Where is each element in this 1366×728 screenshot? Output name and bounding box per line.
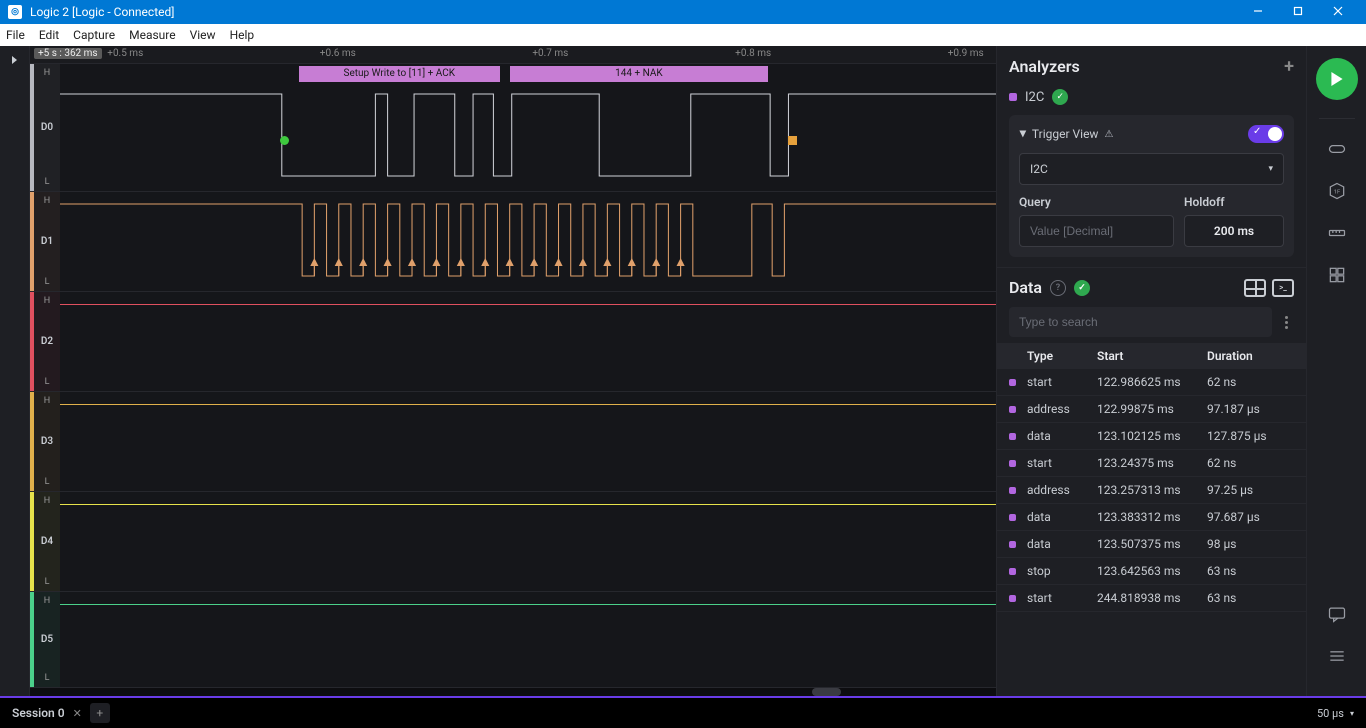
channel-label-d0[interactable]: H D0 L	[30, 64, 60, 191]
timeline-absolute-time: +5 s : 362 ms	[34, 48, 102, 59]
timeline-tick: +0.6 ms	[320, 48, 356, 59]
query-input[interactable]	[1019, 215, 1174, 247]
trigger-toggle[interactable]	[1248, 125, 1284, 143]
timeline-tick: +0.8 ms	[735, 48, 771, 59]
channel-wave-d3[interactable]	[60, 392, 996, 491]
menu-file[interactable]: File	[6, 28, 25, 42]
bottom-bar: Session 0 ✕ + 50 µs ▾	[0, 696, 1366, 728]
table-row[interactable]: address122.99875 ms97.187 µs	[997, 396, 1306, 423]
analyzer-name: I2C	[1025, 90, 1044, 105]
window-close[interactable]	[1318, 5, 1358, 19]
col-duration[interactable]: Duration	[1207, 349, 1277, 363]
channel-wave-d2[interactable]	[60, 292, 996, 391]
table-row[interactable]: data123.102125 ms127.875 µs	[997, 423, 1306, 450]
start-capture-button[interactable]	[1316, 58, 1358, 100]
timeline-tick: +0.9 ms	[948, 48, 984, 59]
add-session-button[interactable]: +	[90, 703, 110, 723]
analyzer-i2c-row[interactable]: I2C ✓	[1009, 89, 1294, 105]
channel-wave-d4[interactable]	[60, 492, 996, 591]
menubar: File Edit Capture Measure View Help	[0, 24, 1366, 46]
channel-label-d3[interactable]: H D3 L	[30, 392, 60, 491]
trigger-view-card: ▶ Trigger View ⚠ I2C ▾ Query	[1009, 115, 1294, 257]
data-search-input[interactable]	[1009, 307, 1272, 337]
menu-measure[interactable]: Measure	[129, 28, 176, 42]
menu-help[interactable]: Help	[230, 28, 255, 42]
data-table[interactable]: Type Start Duration start122.986625 ms62…	[997, 343, 1306, 696]
add-analyzer-button[interactable]: +	[1284, 56, 1294, 77]
holdoff-input[interactable]: 200 ms	[1184, 215, 1284, 247]
analyzers-title: Analyzers	[1009, 57, 1080, 76]
timeline-header: +5 s : 362 ms +0.5 ms +0.6 ms +0.7 ms +0…	[30, 46, 996, 64]
holdoff-label: Holdoff	[1184, 195, 1284, 209]
check-icon: ✓	[1052, 89, 1068, 105]
query-label: Query	[1019, 195, 1174, 209]
table-row[interactable]: address123.257313 ms97.25 µs	[997, 477, 1306, 504]
svg-text:1F: 1F	[1333, 190, 1340, 196]
channel-label-d2[interactable]: H D2 L	[30, 292, 60, 391]
trigger-end-marker[interactable]	[788, 136, 797, 145]
window-title: Logic 2 [Logic - Connected]	[30, 5, 174, 19]
chevron-down-icon: ▾	[1268, 164, 1273, 174]
table-row[interactable]: start123.24375 ms62 ns	[997, 450, 1306, 477]
channel-label-d4[interactable]: H D4 L	[30, 492, 60, 591]
table-row[interactable]: stop123.642563 ms63 ns	[997, 558, 1306, 585]
table-row[interactable]: start244.818938 ms63 ns	[997, 585, 1306, 612]
feedback-icon[interactable]	[1325, 602, 1349, 626]
right-panel: Analyzers + I2C ✓ ▶ Trigger View ⚠	[996, 46, 1306, 696]
help-icon[interactable]: ?	[1050, 280, 1066, 296]
channel-label-d5[interactable]: H D5 L	[30, 592, 60, 687]
action-toolbar: 1F	[1306, 46, 1366, 696]
trigger-analyzer-select[interactable]: I2C ▾	[1019, 153, 1284, 185]
timeline-tick: +0.5 ms	[107, 48, 143, 59]
data-menu-button[interactable]	[1278, 307, 1294, 337]
horizontal-scrollbar[interactable]	[30, 688, 996, 696]
analyzer-color-dot	[1009, 93, 1017, 101]
chevron-down-icon[interactable]: ▶	[1017, 131, 1027, 138]
waveform-view[interactable]: +5 s : 362 ms +0.5 ms +0.6 ms +0.7 ms +0…	[30, 46, 996, 696]
expand-sidebar-button[interactable]	[0, 46, 30, 696]
channel-wave-d5[interactable]	[60, 592, 996, 687]
data-title: Data	[1009, 278, 1042, 297]
col-start[interactable]: Start	[1097, 349, 1207, 363]
menu-icon[interactable]	[1325, 644, 1349, 668]
chip-icon[interactable]: 1F	[1325, 179, 1349, 203]
titlebar: ◎ Logic 2 [Logic - Connected]	[0, 0, 1366, 24]
app-icon: ◎	[8, 5, 22, 19]
data-table-mode-button[interactable]	[1244, 279, 1266, 297]
channel-wave-d0[interactable]: Setup Write to [11] + ACK 144 + NAK	[60, 64, 996, 191]
close-session-button[interactable]: ✕	[73, 707, 82, 720]
menu-capture[interactable]: Capture	[73, 28, 115, 42]
table-row[interactable]: data123.383312 ms97.687 µs	[997, 504, 1306, 531]
window-minimize[interactable]	[1238, 5, 1278, 19]
data-terminal-mode-button[interactable]: >_	[1272, 279, 1294, 297]
session-tab[interactable]: Session 0	[12, 706, 65, 720]
channel-wave-d1[interactable]	[60, 192, 996, 291]
extensions-icon[interactable]	[1325, 263, 1349, 287]
device-settings-icon[interactable]	[1325, 137, 1349, 161]
trigger-start-marker[interactable]	[280, 136, 289, 145]
menu-view[interactable]: View	[190, 28, 216, 42]
table-row[interactable]: start122.986625 ms62 ns	[997, 369, 1306, 396]
table-row[interactable]: data123.507375 ms98 µs	[997, 531, 1306, 558]
warning-icon: ⚠	[1104, 129, 1113, 140]
chevron-down-icon: ▾	[1350, 709, 1354, 718]
channel-label-d1[interactable]: H D1 L	[30, 192, 60, 291]
col-type[interactable]: Type	[1027, 349, 1097, 363]
check-icon: ✓	[1074, 280, 1090, 296]
trigger-view-label: Trigger View	[1032, 127, 1099, 141]
zoom-control[interactable]: 50 µs ▾	[1317, 707, 1354, 720]
ruler-icon[interactable]	[1325, 221, 1349, 245]
timeline-tick: +0.7 ms	[532, 48, 568, 59]
menu-edit[interactable]: Edit	[39, 28, 59, 42]
window-maximize[interactable]	[1278, 5, 1318, 19]
